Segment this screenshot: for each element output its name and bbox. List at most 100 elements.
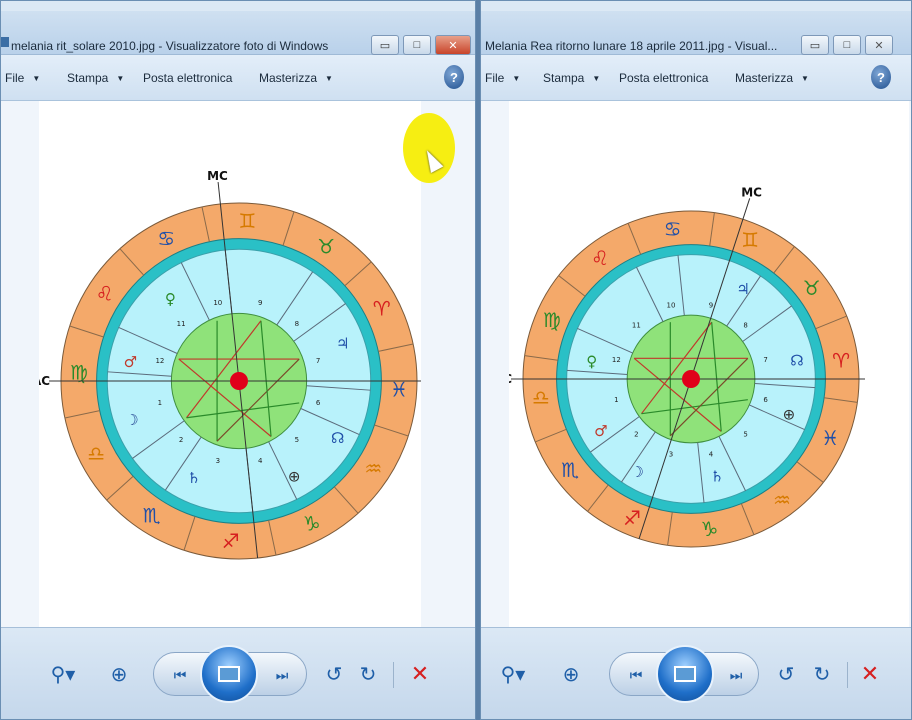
planet-glyph-icon: ♂ <box>594 422 607 440</box>
planet-glyph-icon: ♃ <box>736 280 749 298</box>
zodiac-glyph-icon: ♒ <box>364 456 382 480</box>
photo-viewer-window-left: melania rit_solare 2010.jpg - Visualizza… <box>0 0 476 720</box>
zodiac-glyph-icon: ♉ <box>803 276 821 300</box>
maximize-button[interactable]: □ <box>833 35 861 55</box>
bottom-toolbar: ⚲▾ ⊕ ⏮ ⏭ ↺ ↻ ✕ <box>481 627 911 719</box>
planet-glyph-icon: ♄ <box>710 467 723 485</box>
fit-to-window-icon[interactable]: ⊕ <box>553 656 589 692</box>
zodiac-glyph-icon: ♓ <box>821 426 839 450</box>
ac-label: AC <box>39 374 50 388</box>
house-number: 1 <box>614 396 618 404</box>
house-number: 6 <box>316 399 321 407</box>
planet-glyph-icon: ♀ <box>165 290 176 308</box>
title-bar[interactable]: melania rit_solare 2010.jpg - Visualizza… <box>1 11 475 55</box>
window-title: Melania Rea ritorno lunare 18 aprile 201… <box>485 39 778 53</box>
house-number: 5 <box>743 431 747 439</box>
menu-masterizza-label: Masterizza <box>735 71 794 85</box>
house-number: 6 <box>763 396 768 404</box>
house-number: 8 <box>295 320 299 328</box>
slideshow-icon <box>674 666 696 682</box>
delete-icon[interactable]: ✕ <box>403 656 437 692</box>
close-button[interactable]: ✕ <box>865 35 893 55</box>
house-number: 10 <box>667 301 676 309</box>
zodiac-glyph-icon: ♎ <box>87 442 105 466</box>
house-number: 12 <box>155 357 164 365</box>
caret-down-icon: ▼ <box>512 74 521 83</box>
zodiac-glyph-icon: ♏ <box>143 503 161 527</box>
house-number: 5 <box>295 436 299 444</box>
menu-posta-label: Posta elettronica <box>143 71 233 85</box>
menu-stampa-label: Stampa <box>67 71 109 85</box>
zodiac-glyph-icon: ♍ <box>543 308 561 332</box>
slideshow-button[interactable] <box>200 645 258 703</box>
minimize-button[interactable]: ▭ <box>371 35 399 55</box>
zoom-icon[interactable]: ⚲▾ <box>43 656 83 692</box>
ac-label: AC <box>509 372 512 386</box>
house-number: 11 <box>632 321 641 329</box>
planet-glyph-icon: ♀ <box>586 352 597 370</box>
planet-glyph-icon: ⊕ <box>288 468 301 486</box>
zodiac-glyph-icon: ♏ <box>561 458 579 482</box>
fit-to-window-icon[interactable]: ⊕ <box>101 656 137 692</box>
menu-file-label: File <box>485 71 505 85</box>
window-controls: ▭ □ ✕ <box>371 35 471 55</box>
next-button[interactable]: ⏭ <box>716 661 756 689</box>
menu-file-label: File <box>5 71 25 85</box>
title-bar[interactable]: Melania Rea ritorno lunare 18 aprile 201… <box>481 11 911 55</box>
zodiac-glyph-icon: ♈ <box>832 349 850 373</box>
slideshow-button[interactable] <box>656 645 714 703</box>
zodiac-glyph-icon: ♋ <box>664 217 682 241</box>
center-dot <box>230 372 248 390</box>
menu-file[interactable]: File ▼ <box>5 71 40 85</box>
image-canvas: ♈♉♊♋♌♍♎♏♐♑♒♓123456789101112MCAC☽♂♀⊕♄☊♃ <box>39 101 421 627</box>
planet-glyph-icon: ☽ <box>125 411 138 429</box>
menu-bar: File ▼ Stampa ▼ Posta elettronica Masteriz… <box>1 55 475 101</box>
house-number: 9 <box>709 301 713 309</box>
house-number: 4 <box>709 451 714 459</box>
planet-glyph-icon: ☽ <box>631 463 644 481</box>
zoom-icon[interactable]: ⚲▾ <box>493 656 533 692</box>
rotate-cw-icon[interactable]: ↻ <box>807 656 837 692</box>
next-button[interactable]: ⏭ <box>262 661 302 689</box>
menu-masterizza[interactable]: Masterizza ▼ <box>735 71 809 85</box>
planet-glyph-icon: ☊ <box>331 429 344 447</box>
house-number: 1 <box>158 399 162 407</box>
maximize-button[interactable]: □ <box>403 35 431 55</box>
zodiac-glyph-icon: ♌ <box>591 246 609 270</box>
caret-down-icon: ▼ <box>116 74 125 83</box>
help-icon[interactable]: ? <box>444 65 464 89</box>
slideshow-icon <box>218 666 240 682</box>
menu-file[interactable]: File ▼ <box>485 71 520 85</box>
house-number: 7 <box>763 356 767 364</box>
previous-button[interactable]: ⏮ <box>160 661 200 689</box>
photo-viewer-window-right: Melania Rea ritorno lunare 18 aprile 201… <box>480 0 912 720</box>
house-number: 10 <box>213 299 222 307</box>
menu-posta-elettronica[interactable]: Posta elettronica <box>143 71 232 85</box>
minimize-button[interactable]: ▭ <box>801 35 829 55</box>
astrology-chart: ♈♉♊♋♌♍♎♏♐♑♒♓123456789101112MCAC☽♂♀⊕♄☊♃ <box>39 169 421 560</box>
house-number: 7 <box>316 357 320 365</box>
house-number: 12 <box>612 356 621 364</box>
previous-button[interactable]: ⏮ <box>616 661 656 689</box>
window-title: melania rit_solare 2010.jpg - Visualizza… <box>11 39 329 53</box>
rotate-ccw-icon[interactable]: ↺ <box>771 656 801 692</box>
house-number: 11 <box>177 320 186 328</box>
house-number: 4 <box>258 457 263 465</box>
house-number: 3 <box>669 451 673 459</box>
rotate-cw-icon[interactable]: ↻ <box>353 656 383 692</box>
rotate-ccw-icon[interactable]: ↺ <box>319 656 349 692</box>
toolbar-separator <box>393 662 394 688</box>
toolbar-separator <box>847 662 848 688</box>
planet-glyph-icon: ♄ <box>187 469 200 487</box>
help-icon[interactable]: ? <box>871 65 891 89</box>
zodiac-glyph-icon: ♌ <box>96 282 114 306</box>
delete-icon[interactable]: ✕ <box>853 656 887 692</box>
menu-stampa[interactable]: Stampa ▼ <box>543 71 600 85</box>
planet-glyph-icon: ♂ <box>124 353 137 371</box>
app-icon <box>1 37 9 47</box>
close-button[interactable]: ✕ <box>435 35 471 55</box>
menu-masterizza[interactable]: Masterizza ▼ <box>259 71 333 85</box>
menu-posta-elettronica[interactable]: Posta elettronica <box>619 71 708 85</box>
caret-down-icon: ▼ <box>325 74 333 83</box>
menu-stampa[interactable]: Stampa ▼ <box>67 71 124 85</box>
